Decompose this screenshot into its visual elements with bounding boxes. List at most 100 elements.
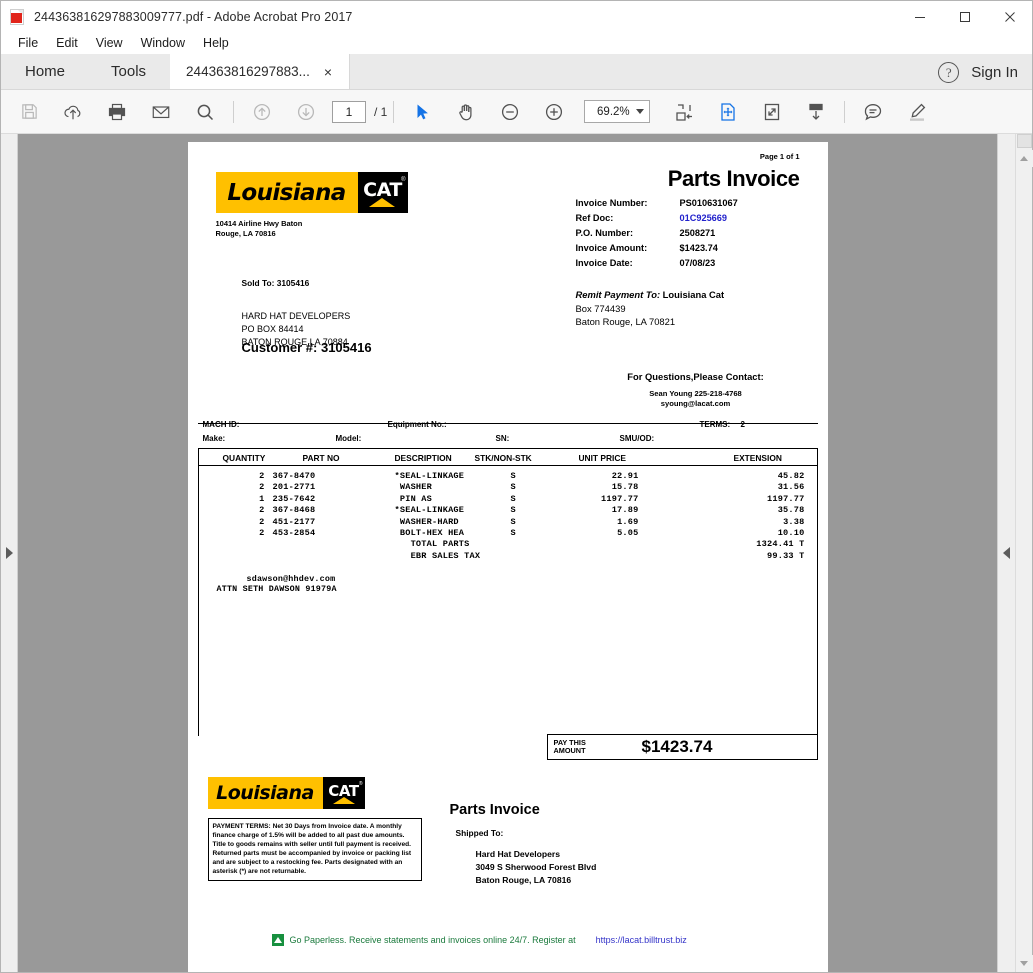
title-bar: 244363816297883009777.pdf - Adobe Acroba… [1,1,1032,32]
contact-name-phone: Sean Young 225-218-4768 [649,389,742,398]
pay-this-amount-value: $1423.74 [641,737,713,756]
pdf-file-icon [10,8,26,25]
upload-cloud-icon[interactable] [51,90,95,134]
tab-close-icon[interactable]: × [320,65,336,79]
zoom-in-icon[interactable] [532,90,576,134]
cell-desc: BOLT-HEX HEA [394,527,465,538]
menu-window[interactable]: Window [132,34,194,52]
cell-part: 367-8470 [272,471,316,481]
col-part-no: PART NO [302,453,340,463]
vertical-scrollbar[interactable] [1015,134,1033,972]
tab-home[interactable]: Home [1,54,88,89]
cell-stk: S [510,527,516,538]
navigation-pane-toggle[interactable] [1,134,18,972]
menu-bar: File Edit View Window Help [1,32,1032,55]
maximize-icon[interactable] [942,1,987,32]
help-icon[interactable]: ? [938,62,960,83]
menu-file[interactable]: File [9,34,47,52]
expand-right-arrow-icon [5,547,13,559]
acrobat-window: 244363816297883009777.pdf - Adobe Acroba… [0,0,1033,973]
window-controls [897,1,1032,32]
col-unit-price: UNIT PRICE [578,453,626,463]
comment-icon[interactable] [851,90,895,134]
field-value: 2508271 [679,228,716,239]
mach-id-label: MACH ID: [202,420,240,429]
zoom-out-icon[interactable] [488,90,532,134]
next-page-icon[interactable] [284,90,328,134]
table-row-total-parts: TOTAL PARTS 1324.41 T [199,539,819,550]
contact-email: syoung@lacat.com [660,399,731,409]
col-quantity: QUANTITY [222,453,266,463]
email-icon[interactable] [139,90,183,134]
cell-desc: EBR SALES TAX [394,550,481,561]
menu-view[interactable]: View [87,34,132,52]
scroll-up-button[interactable] [1015,150,1033,167]
field-label: Invoice Number: [575,198,648,209]
scroll-mode-icon[interactable] [794,90,838,134]
field-value: $1423.74 [679,243,718,254]
scroll-down-button[interactable] [1015,955,1033,972]
equipment-no-label: Equipment No.: [387,420,447,429]
minimize-icon[interactable] [897,1,942,32]
cell-ext: 1197.77 [767,493,805,504]
fit-width-icon[interactable] [662,90,706,134]
stub-louisiana-cat-logo: Louisiana CAT ® [207,777,365,809]
search-icon[interactable] [183,90,227,134]
document-viewport[interactable]: Louisiana CAT ® 10414 Airline Hwy Baton … [18,134,997,972]
cell-qty: 2 [259,516,265,527]
billtrust-link[interactable]: https://lacat.billtrust.biz [596,935,687,945]
questions-heading: For Questions,Please Contact: [627,371,764,382]
stub-cat-wedge-icon [332,797,355,804]
cell-price: 15.78 [611,482,639,493]
customer-number: Customer #: 3105416 [241,340,372,355]
tab-document-label: 244363816297883... [186,64,310,79]
cell-part: 201-2771 [272,482,316,493]
table-row: 2 453-2854 BOLT-HEX HEA S 5.05 10.10 [199,528,819,539]
field-label: P.O. Number: [575,228,634,239]
col-description: DESCRIPTION [394,453,452,463]
cell-desc: WASHER [394,482,432,493]
page-number-input[interactable]: 1 [332,100,366,123]
table-row: 2 451-2177 WASHER-HARD S 1.69 3.38 [199,517,819,528]
col-extension: EXTENSION [733,453,782,463]
select-tool-icon[interactable] [400,90,444,134]
menu-edit[interactable]: Edit [47,34,87,52]
cell-part: 453-2854 [272,527,316,538]
cell-qty: 2 [259,527,265,538]
print-icon[interactable] [95,90,139,134]
sign-in-button[interactable]: Sign In [971,64,1018,81]
table-row: 1 235-7642 PIN AS S 1197.77 1197.77 [199,494,819,505]
pay-this-amount-label: PAY THIS AMOUNT [554,738,620,756]
sold-to-label: Sold To: 3105416 [241,278,310,288]
table-header-row: QUANTITY PART NO DESCRIPTION STK/NON-STK… [198,449,817,466]
save-icon[interactable] [7,90,51,134]
field-value-link[interactable]: 01C925669 [680,213,728,223]
work-area: Louisiana CAT ® 10414 Airline Hwy Baton … [1,134,1033,972]
scrollbar-thumb[interactable] [1017,134,1032,148]
cell-part: 451-2177 [272,516,316,527]
close-icon[interactable] [987,1,1032,32]
remit-line3: Baton Rouge, LA 70821 [575,316,676,328]
cell-qty: 2 [259,471,265,481]
field-label: Invoice Amount: [575,243,648,254]
right-pane-toggle[interactable] [997,134,1015,972]
tab-tools[interactable]: Tools [87,54,171,89]
menu-help[interactable]: Help [194,34,238,52]
fit-page-icon[interactable] [706,90,750,134]
highlight-icon[interactable] [895,90,939,134]
tab-document[interactable]: 244363816297883... × [170,54,351,89]
previous-page-icon[interactable] [240,90,284,134]
stub-registered-mark: ® [358,781,363,787]
note-attn: ATTN SETH DAWSON 91979A [216,584,337,594]
collapse-left-arrow-icon [1003,547,1010,559]
zoom-level-select[interactable]: 69.2% [584,100,651,123]
field-value: 07/08/23 [679,258,716,269]
table-notes: sdawson@hhdev.com ATTN SETH DAWSON 91979… [199,574,819,594]
line-items-table: QUANTITY PART NO DESCRIPTION STK/NON-STK… [197,448,819,736]
toolbar-separator [233,100,234,123]
hand-tool-icon[interactable] [444,90,488,134]
cell-ext: 3.38 [783,516,805,527]
fullscreen-icon[interactable] [750,90,794,134]
field-label: Ref Doc: [575,213,614,224]
pay-this-amount-box: PAY THIS AMOUNT $1423.74 [546,734,818,760]
